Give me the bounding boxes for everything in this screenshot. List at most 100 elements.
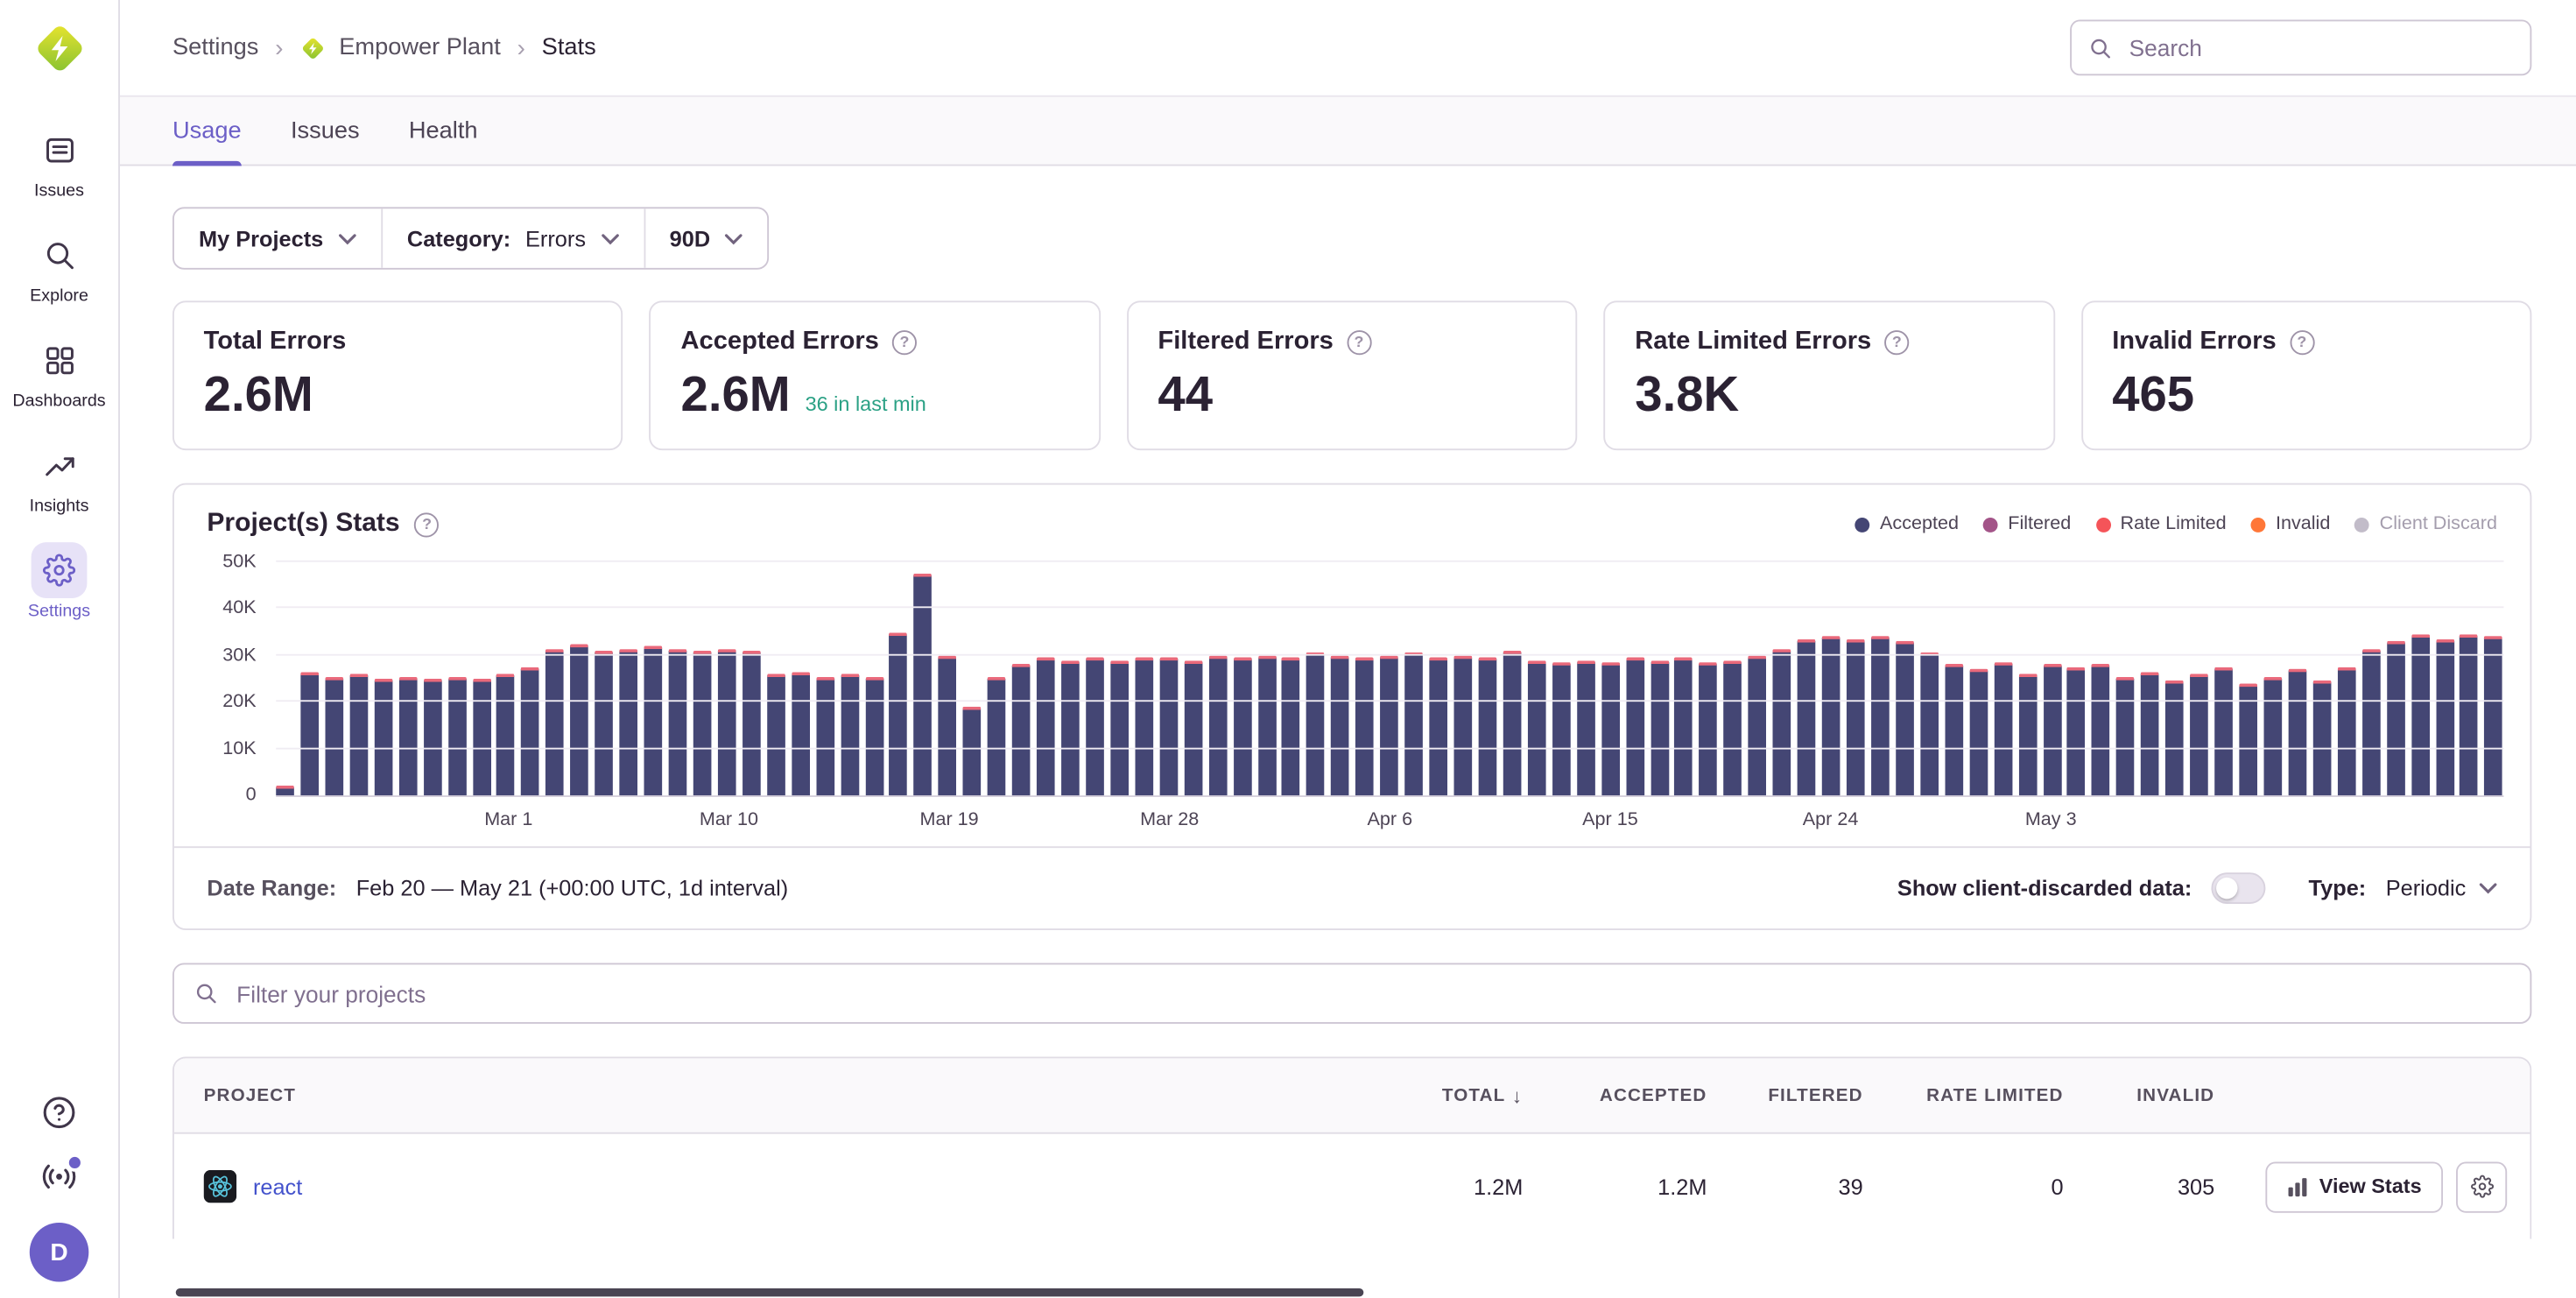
- gear-icon: [2470, 1175, 2493, 1198]
- info-icon[interactable]: ?: [415, 511, 440, 536]
- type-value: Periodic: [2386, 876, 2467, 900]
- project-link[interactable]: react: [253, 1175, 302, 1199]
- chart-bar: [2116, 676, 2135, 795]
- table-row: react 1.2M 1.2M 39 0 305: [174, 1134, 2530, 1239]
- x-axis-label: May 3: [2025, 810, 2077, 830]
- chart-bar: [1528, 660, 1546, 796]
- chart-bar: [1233, 658, 1251, 795]
- x-axis-label: Mar 1: [484, 810, 532, 830]
- chart-bar: [1037, 658, 1055, 795]
- whats-new-broadcast-button[interactable]: [41, 1159, 77, 1195]
- project-settings-button[interactable]: [2456, 1161, 2507, 1212]
- chart-bar: [2141, 672, 2159, 795]
- sidebar-bottom: D: [30, 1095, 89, 1298]
- cell-invalid: 305: [2064, 1175, 2215, 1199]
- sidebar-item-settings[interactable]: Settings: [0, 542, 119, 621]
- chart-bar: [2460, 634, 2479, 795]
- chart-bar: [841, 674, 859, 796]
- chart-bar: [2043, 665, 2061, 795]
- chart-bar: [1577, 660, 1595, 796]
- chart-bar: [1601, 662, 1620, 795]
- info-icon[interactable]: ?: [1884, 329, 1909, 354]
- chart-bar: [1306, 653, 1325, 796]
- org-logo[interactable]: [29, 18, 89, 79]
- sidebar-item-insights[interactable]: Insights: [0, 437, 119, 516]
- legend-label: Filtered: [2008, 514, 2071, 534]
- global-search[interactable]: [2070, 20, 2531, 76]
- app-window: Issues Explore Dashboards: [0, 0, 2576, 1298]
- legend-label: Invalid: [2276, 514, 2330, 534]
- table-horizontal-scrollbar-thumb[interactable]: [176, 1288, 1364, 1296]
- chart-bar: [2190, 674, 2208, 796]
- projects-stats-panel: Project(s) Stats ? Accepted Filtered Rat…: [172, 483, 2531, 930]
- sidebar-item-dashboards[interactable]: Dashboards: [0, 332, 119, 411]
- chart-bar: [546, 648, 565, 795]
- gridline: [276, 701, 2503, 702]
- project-filter-input[interactable]: [233, 978, 2510, 1008]
- content: My Projects Category: Errors 90D Total E…: [120, 166, 2576, 1298]
- y-axis-label: 20K: [222, 692, 256, 712]
- gridline: [276, 747, 2503, 749]
- gridline: [276, 653, 2503, 655]
- project-filter-label: My Projects: [199, 226, 323, 250]
- sidebar-item-issues[interactable]: Issues: [0, 122, 119, 201]
- chart-bar: [1773, 648, 1791, 795]
- y-axis-label: 10K: [222, 739, 256, 759]
- sidebar: Issues Explore Dashboards: [0, 0, 120, 1298]
- breadcrumb-org[interactable]: Empower Plant: [299, 33, 501, 61]
- chart-bar: [2485, 637, 2503, 795]
- view-stats-button[interactable]: View Stats: [2265, 1161, 2443, 1212]
- chart-area: 010K20K30K40K50K Mar 1Mar 10Mar 19Mar 28…: [174, 555, 2530, 846]
- x-axis: Mar 1Mar 10Mar 19Mar 28Apr 6Apr 15Apr 24…: [276, 802, 2503, 847]
- legend-filtered[interactable]: Filtered: [1983, 514, 2071, 534]
- date-period-dropdown[interactable]: 90D: [644, 208, 768, 268]
- chart-bar: [2018, 674, 2037, 796]
- col-total-sort[interactable]: TOTAL ↓: [1334, 1083, 1524, 1106]
- react-project-icon: [204, 1170, 237, 1203]
- help-button[interactable]: [41, 1095, 77, 1131]
- x-axis-label: Apr 24: [1803, 810, 1859, 830]
- legend-label: Accepted: [1880, 514, 1959, 534]
- legend-accepted[interactable]: Accepted: [1855, 514, 1959, 534]
- tab-usage[interactable]: Usage: [172, 97, 242, 165]
- chart-bar: [1871, 637, 1890, 795]
- legend-dot: [1983, 517, 1998, 532]
- legend-client-discard[interactable]: Client Discard: [2355, 514, 2497, 534]
- user-avatar[interactable]: D: [30, 1223, 89, 1282]
- sidebar-item-label: Issues: [34, 180, 84, 201]
- chart-bar: [447, 676, 466, 795]
- type-dropdown[interactable]: Periodic: [2386, 876, 2497, 900]
- project-filter-dropdown[interactable]: My Projects: [174, 208, 381, 268]
- chart-bar: [1724, 660, 1742, 796]
- y-axis-label: 50K: [222, 552, 256, 572]
- chart-bar: [1552, 662, 1571, 795]
- legend-invalid[interactable]: Invalid: [2251, 514, 2331, 534]
- chart-bar: [1184, 660, 1202, 796]
- card-title: Rate Limited Errors: [1635, 327, 1871, 356]
- breadcrumb-settings[interactable]: Settings: [172, 34, 258, 60]
- info-icon[interactable]: ?: [892, 329, 917, 354]
- project-search[interactable]: [172, 963, 2531, 1024]
- chart-bar: [1650, 660, 1669, 796]
- table-header: PROJECT TOTAL ↓ ACCEPTED FILTERED RATE L…: [174, 1058, 2530, 1133]
- category-dropdown[interactable]: Category: Errors: [381, 208, 644, 268]
- chart-bar: [1945, 665, 1963, 795]
- tab-health[interactable]: Health: [409, 97, 478, 165]
- chart-bar: [398, 676, 417, 795]
- legend-dot: [2095, 517, 2110, 532]
- chevron-down-icon: [601, 232, 619, 243]
- client-discard-toggle[interactable]: [2212, 872, 2266, 904]
- search-input[interactable]: [2126, 33, 2514, 63]
- sidebar-item-explore[interactable]: Explore: [0, 227, 119, 306]
- chart-bar: [1282, 658, 1300, 795]
- chart-bar: [1257, 655, 1276, 795]
- cell-accepted: 1.2M: [1523, 1175, 1707, 1199]
- tab-issues[interactable]: Issues: [291, 97, 360, 165]
- info-icon[interactable]: ?: [1347, 329, 1371, 354]
- info-icon[interactable]: ?: [2290, 329, 2314, 354]
- sidebar-item-label: Settings: [28, 602, 90, 622]
- avatar-initial: D: [50, 1238, 67, 1266]
- chart-bar: [669, 648, 687, 795]
- filter-bar: My Projects Category: Errors 90D: [172, 207, 770, 269]
- legend-rate-limited[interactable]: Rate Limited: [2095, 514, 2226, 534]
